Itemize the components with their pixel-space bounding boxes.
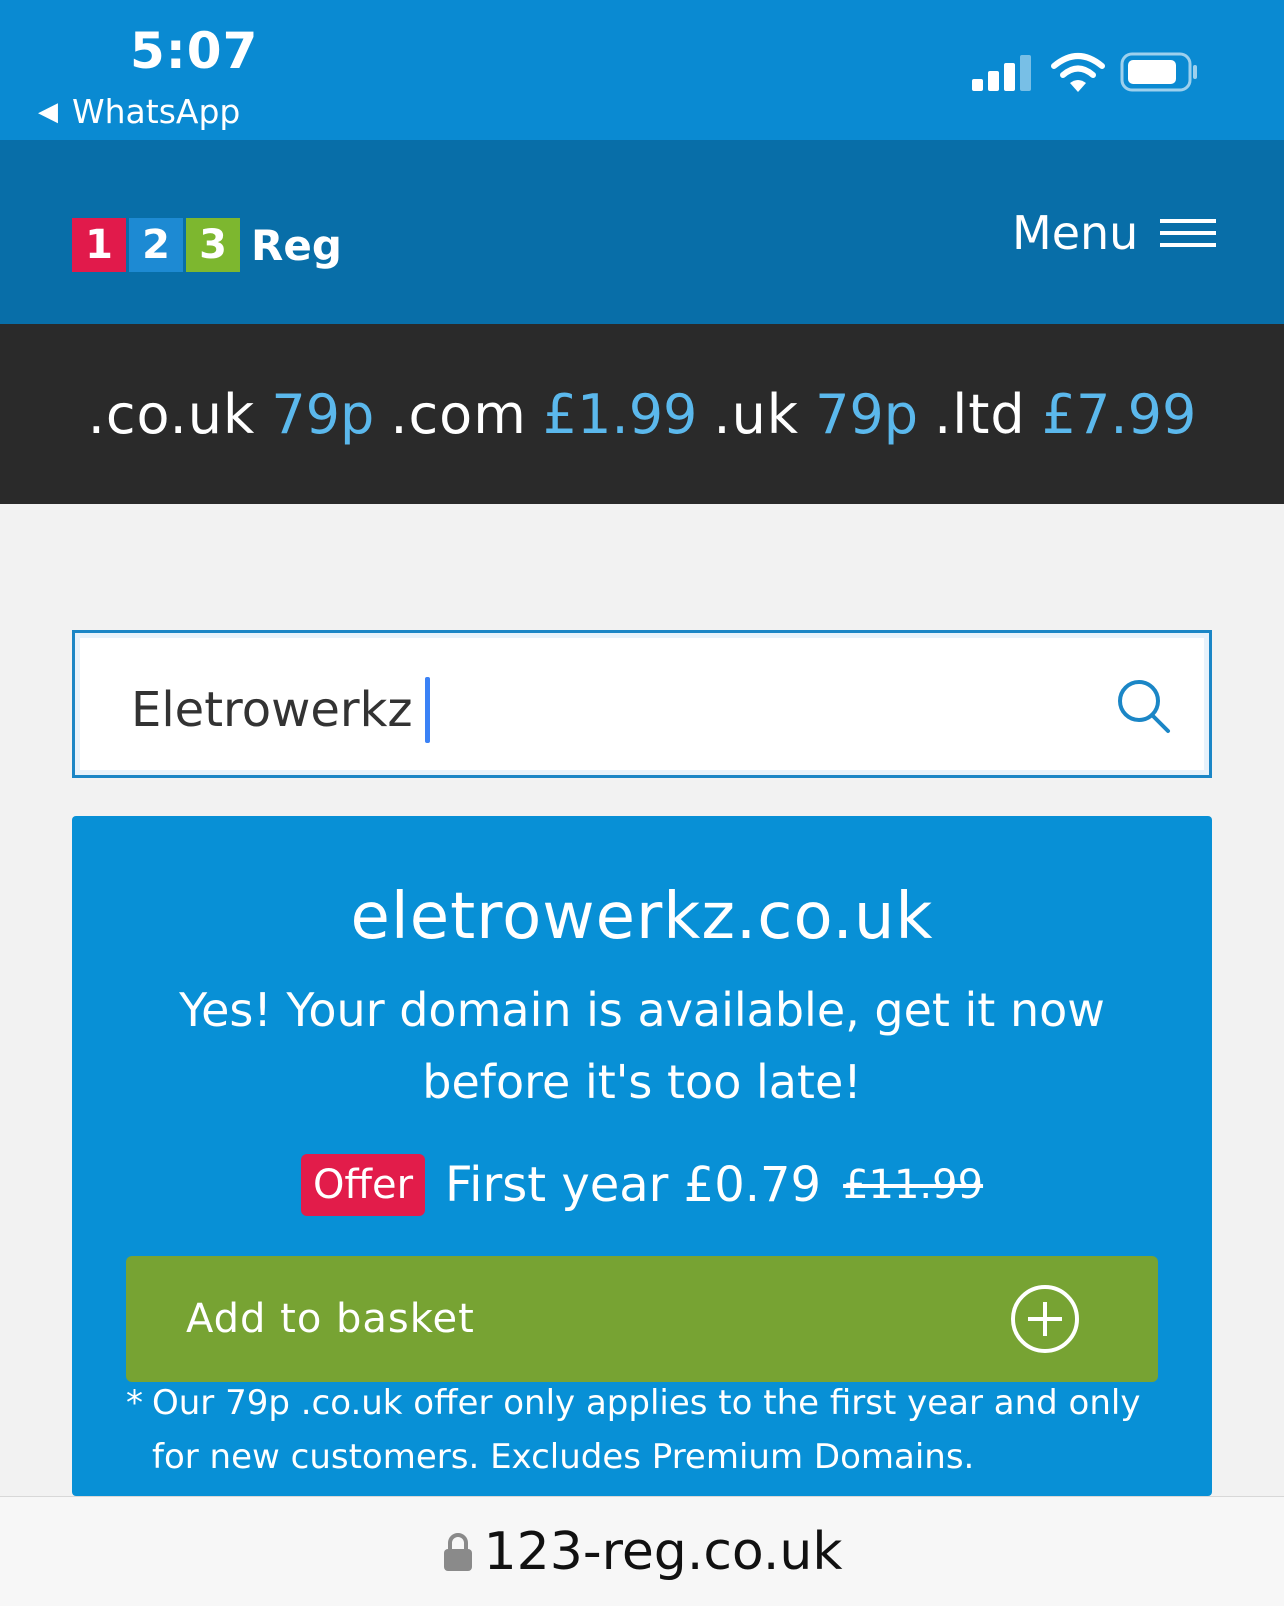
tld-name: .co.uk — [87, 382, 256, 446]
cellular-signal-icon — [972, 55, 1032, 91]
logo-box-3: 3 — [186, 218, 240, 272]
footnote-star: * — [126, 1383, 143, 1423]
back-to-app-link[interactable]: ◀ WhatsApp — [38, 92, 240, 131]
add-to-basket-button[interactable]: Add to basket — [126, 1256, 1158, 1382]
plus-circle-icon — [1011, 1285, 1079, 1353]
text-caret — [424, 677, 430, 743]
domain-search-input[interactable]: Eletrowerkz — [72, 630, 1212, 778]
status-bar: 5:07 ◀ WhatsApp — [0, 0, 1284, 140]
first-year-price: First year £0.79 — [445, 1157, 822, 1213]
browser-address-bar[interactable]: 123-reg.co.uk — [0, 1496, 1284, 1606]
url-text: 123-reg.co.uk — [483, 1521, 843, 1582]
hamburger-icon — [1160, 217, 1217, 249]
tld-name: .ltd — [934, 382, 1026, 446]
search-input-value: Eletrowerkz — [131, 682, 413, 738]
tld-price: 79p — [271, 382, 375, 446]
logo-text: Reg — [251, 220, 342, 270]
offer-badge: Offer — [300, 1154, 426, 1216]
availability-message: Yes! Your domain is available, get it no… — [179, 983, 1105, 1109]
wifi-icon — [1051, 53, 1105, 92]
tld-price: 79p — [815, 382, 919, 446]
back-arrow-icon: ◀ — [38, 96, 58, 127]
tld-name: .com — [390, 382, 527, 446]
footnote-text: Our 79p .co.uk offer only applies to the… — [152, 1383, 1141, 1477]
search-icon[interactable] — [1115, 677, 1173, 735]
tld-price-strip: .co.uk 79p .com £1.99 .uk 79p .ltd £7.99 — [0, 324, 1284, 504]
battery-icon — [1120, 52, 1197, 92]
search-input-value-wrap: Eletrowerkz — [131, 677, 430, 743]
offer-footnote: * Our 79p .co.uk offer only applies to t… — [126, 1376, 1166, 1484]
tld-price: £7.99 — [1041, 382, 1197, 446]
lock-icon — [443, 1532, 472, 1571]
status-time: 5:07 — [130, 22, 259, 80]
back-app-label: WhatsApp — [72, 92, 241, 131]
add-to-basket-label: Add to basket — [186, 1296, 475, 1342]
domain-name: eletrowerkz.co.uk — [350, 880, 934, 954]
menu-label: Menu — [1012, 206, 1139, 260]
logo-box-2: 2 — [129, 218, 183, 272]
menu-button[interactable]: Menu — [1012, 206, 1217, 260]
tld-price: £1.99 — [542, 382, 698, 446]
old-price: £11.99 — [843, 1162, 984, 1208]
offer-row: Offer First year £0.79 £11.99 — [72, 1154, 1212, 1216]
tld-name: .uk — [713, 382, 800, 446]
logo-box-1: 1 — [72, 218, 126, 272]
domain-result-card: eletrowerkz.co.uk Yes! Your domain is av… — [72, 816, 1212, 1496]
logo-123reg[interactable]: 1 2 3 Reg — [72, 218, 342, 272]
